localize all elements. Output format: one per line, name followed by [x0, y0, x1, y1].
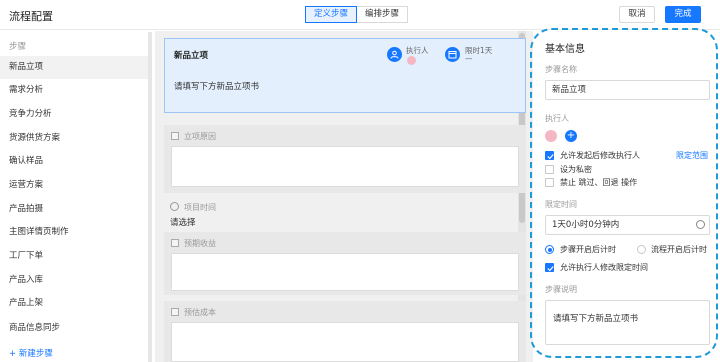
- form-field-reason[interactable]: 立项原因: [164, 125, 526, 193]
- step-card[interactable]: 新品立项 执行人 限时1天 — 请填写下方新品立项书: [164, 38, 526, 113]
- step-card-title: 新品立项: [174, 51, 209, 61]
- sidebar-item[interactable]: 确认样品: [0, 150, 148, 173]
- field-label: 立项原因: [184, 132, 216, 141]
- sidebar-item[interactable]: 产品拍摄: [0, 198, 148, 221]
- text-field-icon: [171, 132, 179, 140]
- steps-sidebar: 步骤 新品立项 需求分析 竞争力分析 货源供货方案 确认样品 运营方案 产品拍摄…: [0, 31, 150, 362]
- sidebar-item[interactable]: 竞争力分析: [0, 103, 148, 126]
- step-mode-switch: 定义步骤 编排步骤: [305, 6, 409, 23]
- sidebar-heading: 步骤: [9, 42, 27, 52]
- form-field-income[interactable]: 预期收益: [164, 232, 526, 295]
- form-field-cost[interactable]: 预估成本: [164, 301, 526, 362]
- calendar-icon: [445, 47, 460, 62]
- sidebar-item[interactable]: 货源供货方案: [0, 127, 148, 150]
- field-label: 预期收益: [184, 239, 216, 248]
- project-time-label: 项目时间: [184, 203, 216, 212]
- sidebar-item[interactable]: 产品入库: [0, 269, 148, 292]
- text-field-icon: [171, 239, 179, 247]
- sidebar-item[interactable]: 需求分析: [0, 79, 148, 102]
- user-icon: [387, 47, 402, 62]
- clock-icon: [170, 202, 179, 211]
- sidebar-item[interactable]: 运营方案: [0, 174, 148, 197]
- time-limit-value: —: [465, 54, 473, 63]
- tab-arrange-steps[interactable]: 编排步骤: [357, 6, 409, 23]
- add-step-link[interactable]: + 新建步骤: [9, 347, 53, 359]
- top-bar: 流程配置 定义步骤 编排步骤 取消 完成: [0, 0, 720, 30]
- page-title: 流程配置: [9, 10, 53, 23]
- cancel-button[interactable]: 取消: [619, 6, 655, 23]
- sidebar-item[interactable]: 产品上架: [0, 292, 148, 315]
- project-time-select[interactable]: 请选择: [170, 216, 196, 228]
- text-area[interactable]: [171, 322, 519, 362]
- highlight-outline: [530, 28, 718, 358]
- sidebar-item[interactable]: 工厂下单: [0, 245, 148, 268]
- text-area[interactable]: [171, 146, 519, 187]
- sidebar-scrollbar[interactable]: [148, 32, 152, 362]
- field-label: 预估成本: [184, 308, 216, 317]
- tab-define-steps[interactable]: 定义步骤: [305, 6, 358, 23]
- sidebar-item[interactable]: 主图详情页制作: [0, 221, 148, 244]
- step-card-description: 请填写下方新品立项书: [174, 82, 260, 92]
- avatar: [407, 56, 416, 65]
- done-button[interactable]: 完成: [665, 6, 701, 23]
- text-area[interactable]: [171, 253, 519, 291]
- sidebar-item-new-product[interactable]: 新品立项: [0, 56, 148, 79]
- text-field-icon: [171, 308, 179, 316]
- executor-label: 执行人: [406, 46, 429, 55]
- sidebar-item[interactable]: 商品信息同步: [0, 317, 148, 340]
